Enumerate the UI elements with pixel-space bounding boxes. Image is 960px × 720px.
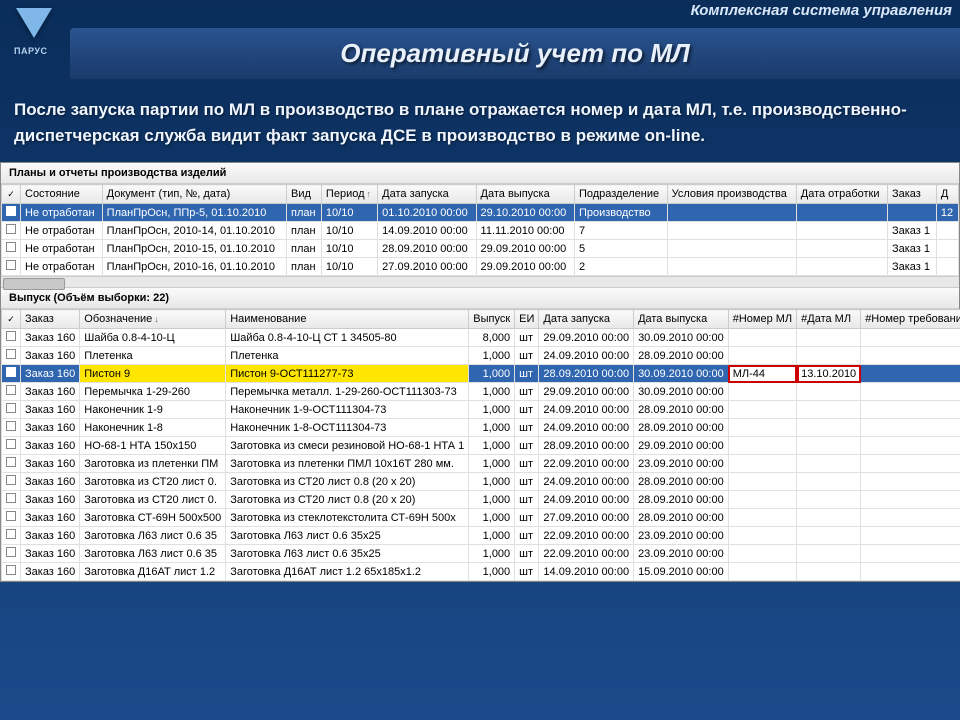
table-row[interactable]: Заказ 160Заготовка Л63 лист 0.6 35Загото… [2, 527, 960, 545]
column-header[interactable]: ✓ [2, 310, 21, 329]
checkbox[interactable] [6, 547, 16, 557]
column-header[interactable]: Дата отработки [796, 185, 887, 204]
column-header[interactable]: Обозначение↓ [80, 310, 226, 329]
table-row[interactable]: Заказ 160Наконечник 1-9Наконечник 1-9-ОС… [2, 401, 960, 419]
column-header[interactable]: Дата запуска [378, 185, 476, 204]
column-header[interactable]: Дата выпуска [476, 185, 574, 204]
column-header[interactable]: Условия производства [667, 185, 796, 204]
column-header[interactable]: #Номер МЛ [728, 310, 796, 329]
table-row[interactable]: Заказ 160Заготовка из СТ20 лист 0.Загото… [2, 473, 960, 491]
checkbox[interactable] [6, 511, 16, 521]
column-header[interactable]: Состояние [21, 185, 103, 204]
description-text: После запуска партии по МЛ в производств… [0, 79, 960, 162]
checkbox[interactable] [6, 439, 16, 449]
checkbox[interactable] [6, 367, 16, 377]
checkbox[interactable] [6, 565, 16, 575]
checkbox[interactable] [6, 529, 16, 539]
sort-asc-icon: ↑ [367, 189, 372, 199]
table-row[interactable]: Заказ 160Заготовка из СТ20 лист 0.Загото… [2, 491, 960, 509]
table-row[interactable]: Не отработанПланПрОсн, 2010-14, 01.10.20… [2, 222, 959, 240]
column-header[interactable]: Д [936, 185, 958, 204]
checkbox[interactable] [6, 403, 16, 413]
column-header[interactable]: Наименование [226, 310, 469, 329]
checkbox[interactable] [6, 475, 16, 485]
checkbox[interactable] [6, 260, 16, 270]
column-header[interactable]: Дата запуска [539, 310, 634, 329]
checkbox[interactable] [6, 421, 16, 431]
column-header[interactable]: #Номер требования [861, 310, 960, 329]
table-row[interactable]: Заказ 160Шайба 0.8-4-10-ЦШайба 0.8-4-10-… [2, 329, 960, 347]
checkbox[interactable] [6, 224, 16, 234]
table-row[interactable]: Не отработанПланПрОсн, 2010-16, 01.10.20… [2, 258, 959, 276]
table-row[interactable]: Заказ 160Перемычка 1-29-260Перемычка мет… [2, 383, 960, 401]
output-table[interactable]: ✓ЗаказОбозначение↓НаименованиеВыпускЕИДа… [1, 309, 960, 581]
checkbox[interactable] [6, 242, 16, 252]
scrollbar[interactable] [1, 276, 959, 288]
app-logo: ПАРУС [8, 6, 58, 48]
table-row[interactable]: Заказ 160Заготовка Д16АТ лист 1.2Заготов… [2, 563, 960, 581]
panel2-title: Выпуск (Объём выборки: 22) [1, 288, 959, 309]
table-row[interactable]: Заказ 160Наконечник 1-8Наконечник 1-8-ОС… [2, 419, 960, 437]
column-header[interactable]: Вид [287, 185, 322, 204]
column-header[interactable]: #Дата МЛ [797, 310, 861, 329]
table-row[interactable]: Заказ 160Пистон 9Пистон 9-ОСТ111277-731,… [2, 365, 960, 383]
app-subtitle: Комплексная система управления [691, 2, 952, 19]
column-header[interactable]: Заказ [21, 310, 80, 329]
column-header[interactable]: Дата выпуска [634, 310, 729, 329]
column-header[interactable]: Заказ [887, 185, 936, 204]
table-row[interactable]: Заказ 160Заготовка СТ-69Н 500x500Заготов… [2, 509, 960, 527]
column-header[interactable]: ✓ [2, 185, 21, 204]
plans-table[interactable]: ✓СостояниеДокумент (тип, №, дата)ВидПери… [1, 184, 959, 276]
table-row[interactable]: Не отработанПланПрОсн, 2010-15, 01.10.20… [2, 240, 959, 258]
sort-desc-icon: ↓ [154, 314, 159, 324]
column-header[interactable]: ЕИ [515, 310, 539, 329]
column-header[interactable]: Подразделение [574, 185, 667, 204]
checkbox[interactable] [6, 385, 16, 395]
checkbox[interactable] [6, 331, 16, 341]
checkbox[interactable] [6, 349, 16, 359]
column-header[interactable]: Выпуск [469, 310, 515, 329]
checkbox[interactable] [6, 493, 16, 503]
ml-date-cell[interactable]: 13.10.2010 [797, 365, 861, 383]
page-title: Оперативный учет по МЛ [70, 38, 960, 69]
logo-text: ПАРУС [14, 46, 47, 56]
panel1-title: Планы и отчеты производства изделий [1, 163, 959, 184]
table-row[interactable]: Заказ 160НО-68-1 НТА 150x150Заготовка из… [2, 437, 960, 455]
checkbox[interactable] [6, 206, 16, 216]
checkbox[interactable] [6, 457, 16, 467]
table-row[interactable]: Не отработанПланПрОсн, ППр-5, 01.10.2010… [2, 204, 959, 222]
app-window: Планы и отчеты производства изделий ✓Сос… [0, 162, 960, 582]
table-row[interactable]: Заказ 160ПлетенкаПлетенка1,000шт24.09.20… [2, 347, 960, 365]
ml-number-cell[interactable]: МЛ-44 [728, 365, 796, 383]
column-header[interactable]: Период↑ [321, 185, 377, 204]
title-bar: Оперативный учет по МЛ [70, 28, 960, 79]
table-row[interactable]: Заказ 160Заготовка Л63 лист 0.6 35Загото… [2, 545, 960, 563]
table-row[interactable]: Заказ 160Заготовка из плетенки ПМЗаготов… [2, 455, 960, 473]
column-header[interactable]: Документ (тип, №, дата) [102, 185, 286, 204]
